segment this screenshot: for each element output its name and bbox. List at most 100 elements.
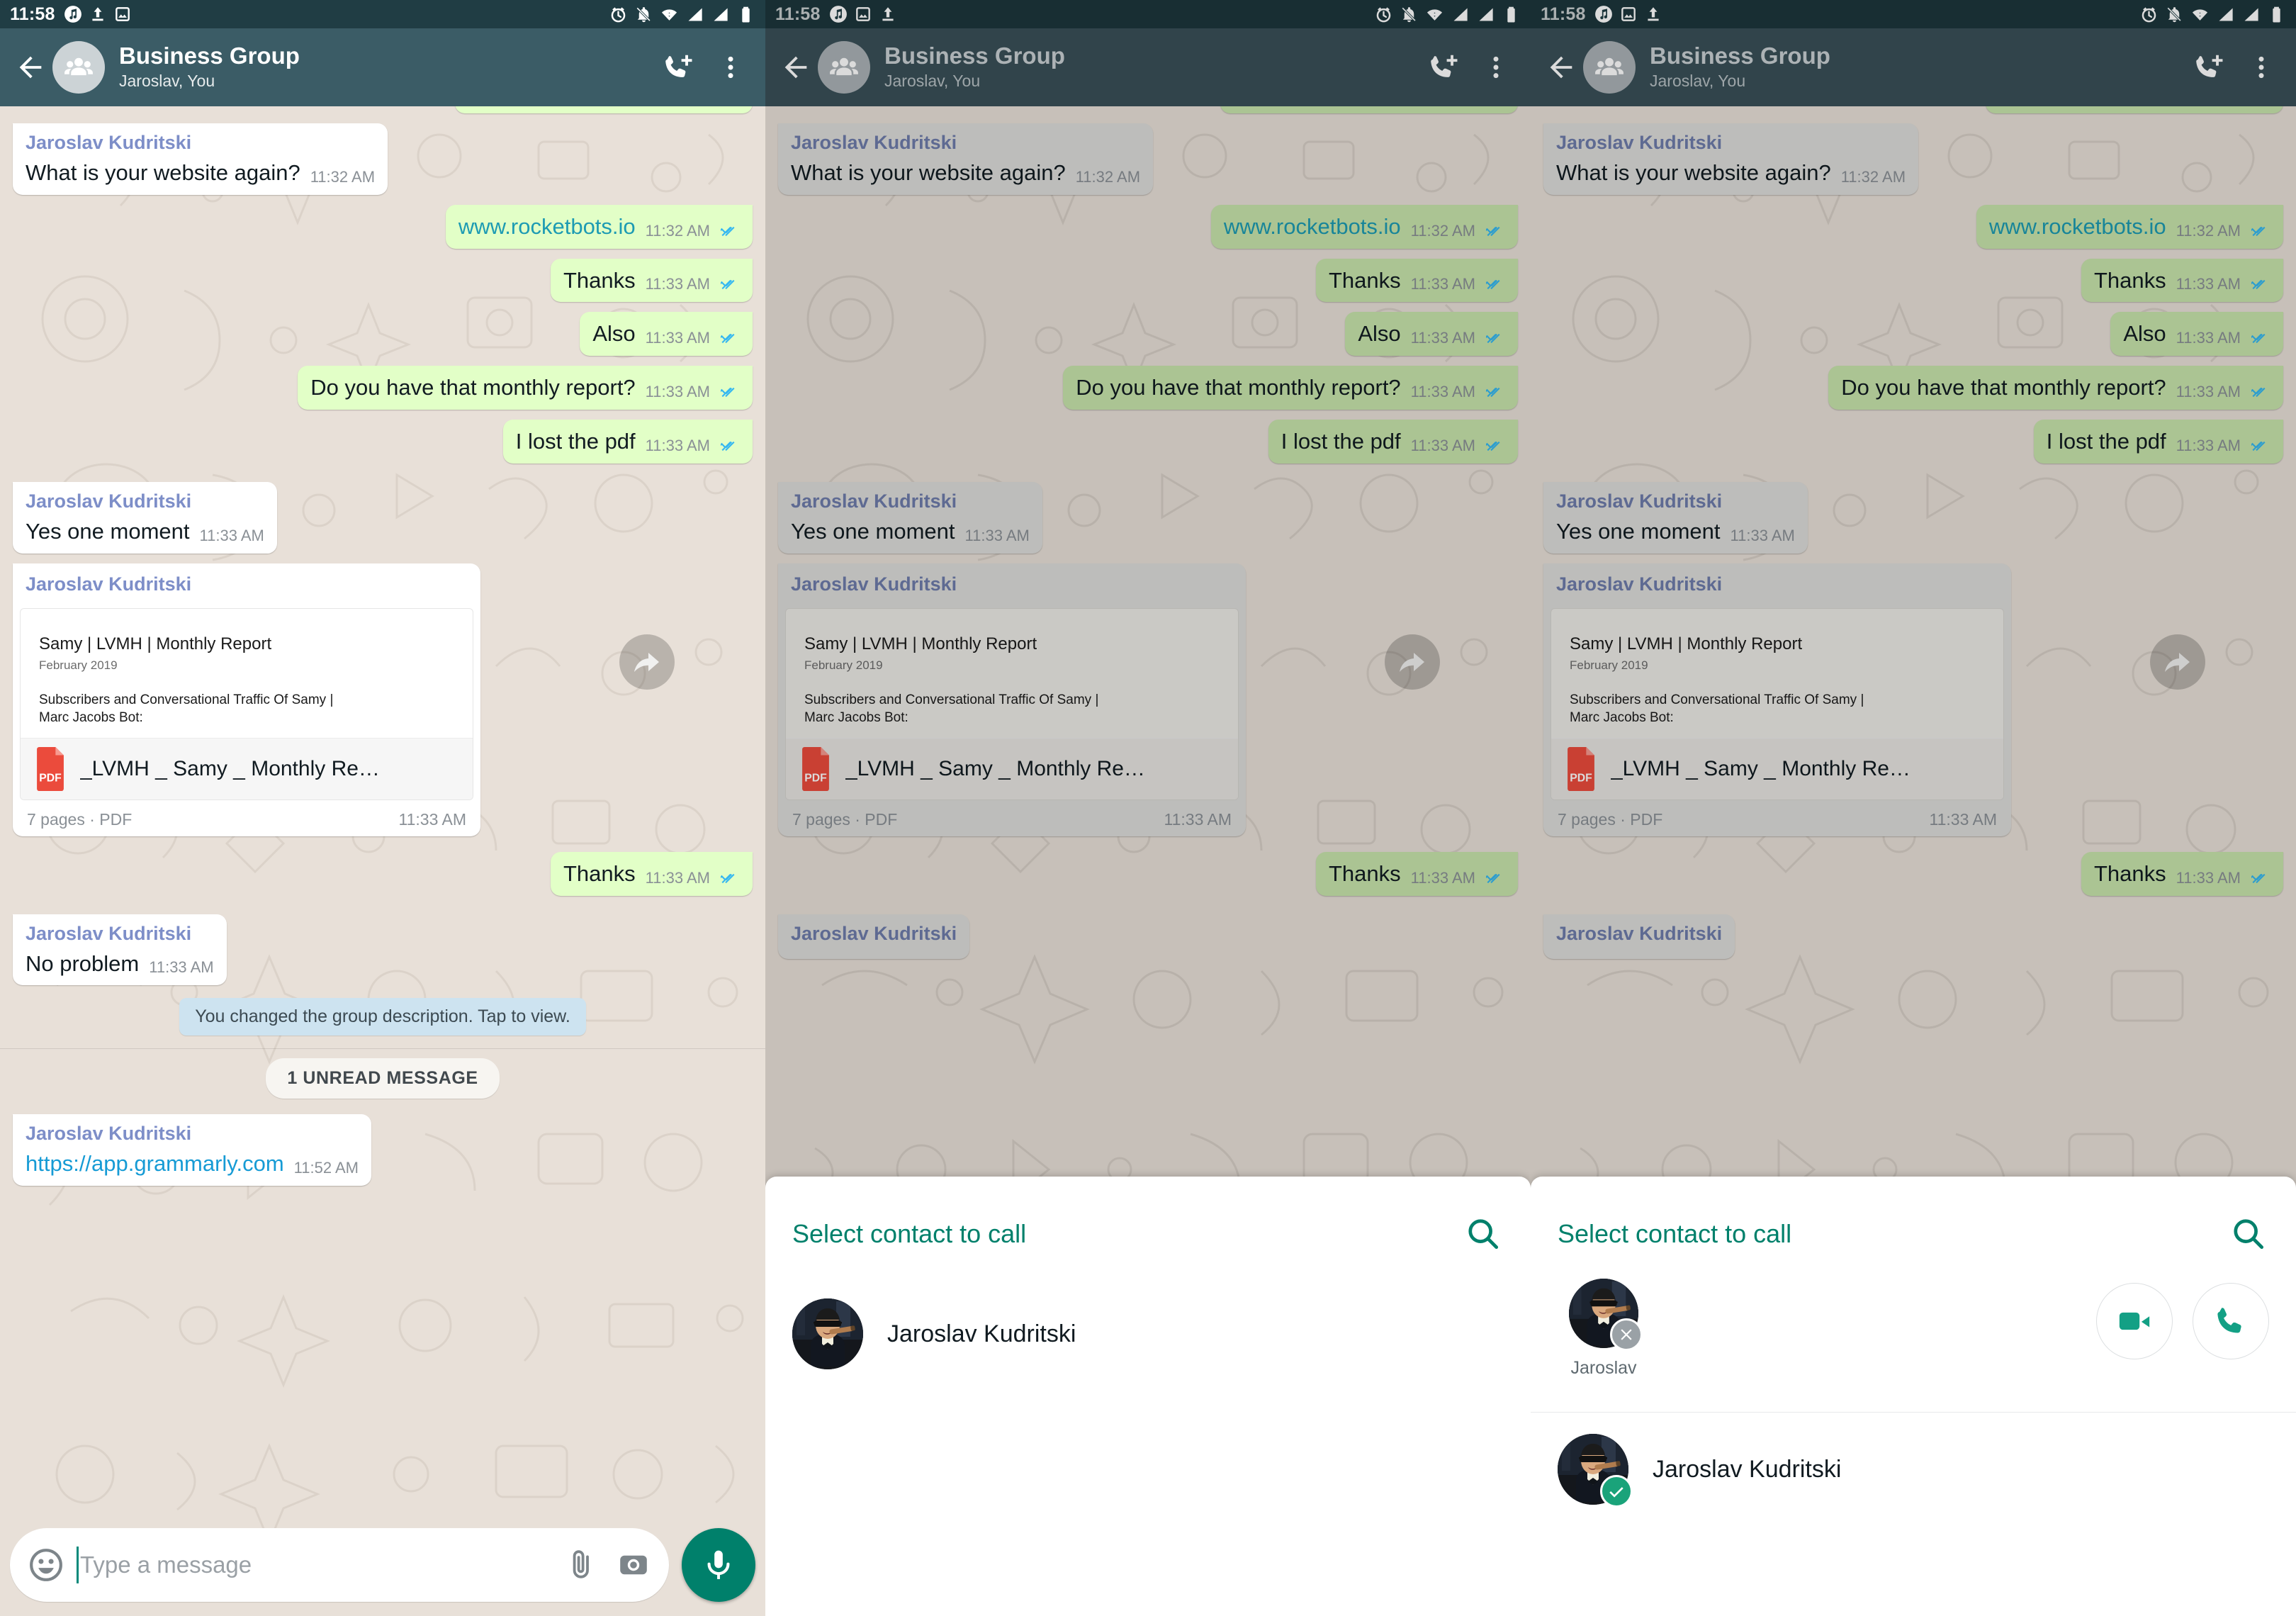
chat-title: Business Group [119, 43, 300, 69]
message-text: What is your website again? [26, 160, 300, 185]
message-list[interactable]: 11:32 AM Jaroslav Kudritski What is your… [0, 106, 765, 1616]
unread-divider-row: 1 UNREAD MESSAGE [0, 1048, 765, 1099]
contact-list-item[interactable]: Jaroslav Kudritski [1531, 1413, 2296, 1526]
overflow-menu-button[interactable] [711, 48, 750, 86]
system-notice[interactable]: You changed the group description. Tap t… [179, 998, 586, 1036]
add-call-button[interactable] [658, 48, 696, 86]
back-button[interactable] [11, 48, 50, 86]
message-bubble[interactable]: Jaroslav Kudritski What is your website … [13, 123, 388, 195]
add-call-icon [665, 55, 692, 77]
system-notice-row[interactable]: You changed the group description. Tap t… [13, 998, 753, 1036]
message-bubble[interactable]: Jaroslav Kudritski https://app.grammarly… [13, 1114, 371, 1186]
message-bubble[interactable]: Jaroslav Kudritski Yes one moment 11:33 … [13, 481, 277, 554]
search-contacts-button[interactable] [2228, 1213, 2269, 1255]
chat-area[interactable]: 11:32 AM Jaroslav Kudritski What is your… [0, 106, 765, 1616]
message-time: 11:33 AM [645, 329, 710, 347]
forward-message-button[interactable] [619, 634, 675, 690]
message-row[interactable]: Jaroslav Kudritski No problem 11:33 AM [13, 914, 753, 986]
message-time: 11:32 AM [310, 167, 376, 186]
message-row[interactable]: Do you have that monthly report? 11:33 A… [13, 366, 753, 410]
document-pages-label: 7 pages · PDF [27, 809, 133, 829]
chat-subtitle: Jaroslav, You [119, 72, 215, 91]
contact-list-item[interactable]: Jaroslav Kudritski [765, 1255, 1531, 1391]
read-ticks-icon [721, 226, 735, 236]
message-input-pill[interactable]: Type a message [10, 1528, 669, 1602]
message-sender: Jaroslav Kudritski [26, 132, 192, 153]
video-call-button[interactable] [2096, 1283, 2173, 1359]
message-time: 11:32 AM [645, 221, 710, 240]
message-bubble-partial[interactable]: 11:32 AM [455, 106, 753, 113]
document-message-bubble[interactable]: Jaroslav Kudritski Samy | LVMH | Monthly… [13, 563, 480, 836]
read-ticks-icon [721, 873, 735, 883]
message-text: Do you have that monthly report? [310, 375, 636, 400]
status-bar-time: 11:58 [10, 4, 55, 24]
message-row[interactable]: Thanks 11:33 AM [13, 851, 753, 896]
emoji-icon[interactable] [28, 1547, 64, 1583]
chat-toolbar: Business Group Jaroslav, You [0, 28, 765, 106]
message-link[interactable]: www.rocketbots.io [458, 213, 636, 240]
message-row[interactable]: Thanks 11:33 AM [13, 258, 753, 303]
chat-header-text[interactable]: Business Group Jaroslav, You [119, 43, 300, 92]
message-link[interactable]: https://app.grammarly.com [26, 1150, 284, 1177]
read-ticks-icon [721, 387, 735, 398]
search-icon [1464, 1215, 1502, 1253]
close-icon [1621, 1329, 1632, 1340]
message-text: Thanks [563, 860, 636, 886]
select-contact-sheet: Select contact to call Jaroslav Kudritsk… [765, 1177, 1531, 1616]
message-bubble[interactable]: Jaroslav Kudritski No problem 11:33 AM [13, 914, 227, 986]
message-row[interactable]: Jaroslav Kudritski What is your website … [13, 123, 753, 195]
selected-contact-chip[interactable]: Jaroslav [1558, 1279, 1650, 1379]
message-bubble[interactable]: I lost the pdf 11:33 AM [502, 420, 753, 464]
toolbar-actions [658, 48, 754, 86]
selected-contact-name: Jaroslav [1570, 1358, 1637, 1378]
message-bubble[interactable]: Do you have that monthly report? 11:33 A… [298, 366, 753, 410]
message-bubble[interactable]: Also 11:33 AM [580, 312, 753, 357]
contact-avatar-image [792, 1298, 863, 1369]
message-input[interactable]: Type a message [80, 1552, 564, 1578]
camera-icon[interactable] [617, 1548, 651, 1582]
composer-icons [564, 1548, 651, 1582]
message-row[interactable]: 11:32 AM [13, 106, 753, 113]
message-time: 11:33 AM [149, 958, 214, 977]
message-row[interactable]: Jaroslav Kudritski Yes one moment 11:33 … [13, 481, 753, 554]
search-contacts-button[interactable] [1463, 1213, 1504, 1255]
message-sender: Jaroslav Kudritski [26, 490, 192, 512]
video-camera-icon [2119, 1312, 2150, 1330]
panel-3: 11:58 Business Group Jaroslav, You Jaros… [1531, 0, 2296, 1616]
read-ticks-icon [721, 334, 735, 344]
document-preview-body-2: Marc Jacobs Bot: [39, 709, 143, 725]
message-row[interactable]: I lost the pdf 11:33 AM [13, 420, 753, 464]
document-file-bar[interactable]: _LVMH _ Samy _ Monthly Re… [21, 737, 473, 799]
message-text: I lost the pdf [515, 429, 636, 454]
message-bubble[interactable]: Thanks 11:33 AM [551, 258, 753, 303]
sheet-title: Select contact to call [1558, 1219, 1792, 1248]
message-row[interactable]: www.rocketbots.io 11:32 AM [13, 204, 753, 249]
avatar [1569, 1279, 1643, 1351]
phone-icon [2217, 1308, 2241, 1333]
more-options-icon [728, 56, 733, 79]
message-row[interactable]: Also 11:33 AM [13, 312, 753, 357]
voice-call-button[interactable] [2193, 1283, 2269, 1359]
panel-2: 11:58 Business Group Jaroslav, You Jaros… [765, 0, 1531, 1616]
document-preview[interactable]: Samy | LVMH | Monthly Report February 20… [20, 607, 473, 800]
forward-arrow-icon [634, 653, 659, 672]
message-row-document[interactable]: Jaroslav Kudritski Samy | LVMH | Monthly… [13, 563, 753, 836]
message-bubble[interactable]: Thanks 11:33 AM [551, 851, 753, 896]
group-avatar[interactable] [52, 41, 105, 94]
message-row[interactable]: Jaroslav Kudritski https://app.grammarly… [13, 1114, 753, 1186]
contact-name: Jaroslav Kudritski [1653, 1455, 1842, 1483]
document-file-name: _LVMH _ Samy _ Monthly Re… [80, 756, 380, 780]
message-bubble[interactable]: www.rocketbots.io 11:32 AM [445, 204, 753, 249]
image-icon [115, 7, 130, 21]
message-time: 11:52 AM [293, 1159, 359, 1177]
message-text: No problem [26, 950, 140, 976]
remove-contact-button[interactable] [1610, 1318, 1643, 1351]
message-time: 11:33 AM [398, 809, 466, 829]
paperclip-icon[interactable] [564, 1548, 598, 1582]
sheet-header: Select contact to call [765, 1177, 1531, 1255]
contact-name: Jaroslav Kudritski [887, 1320, 1076, 1347]
message-sender: Jaroslav Kudritski [26, 922, 192, 944]
unread-divider-label: 1 UNREAD MESSAGE [266, 1058, 500, 1099]
message-sender: Jaroslav Kudritski [26, 573, 192, 595]
voice-record-button[interactable] [682, 1528, 755, 1602]
